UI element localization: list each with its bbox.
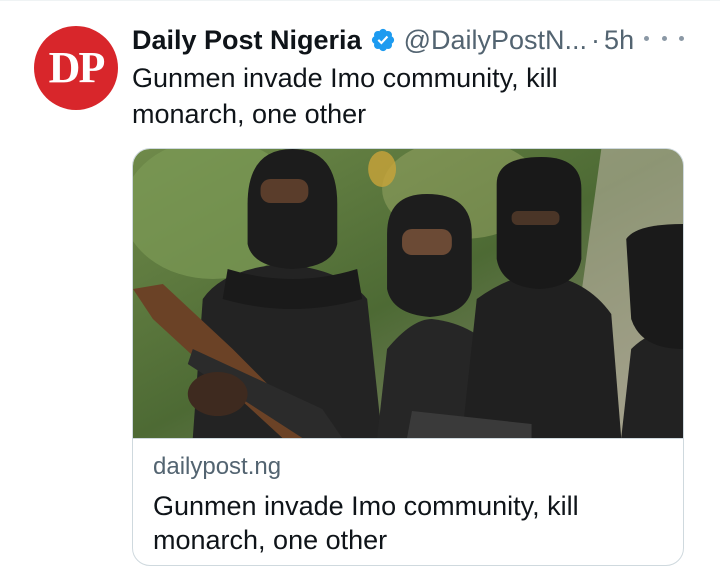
verified-badge-icon[interactable] bbox=[370, 27, 396, 53]
tweet-header: Daily Post Nigeria @DailyPostN... · 5h bbox=[132, 22, 684, 58]
tweet-text: Gunmen invade Imo community, kill monarc… bbox=[132, 63, 558, 129]
top-divider bbox=[0, 0, 720, 1]
user-handle[interactable]: @DailyPostN... bbox=[404, 25, 587, 56]
more-horizontal-icon[interactable] bbox=[644, 26, 684, 50]
avatar-logo-text: DP bbox=[48, 43, 106, 92]
masked-gunmen-photo bbox=[133, 149, 683, 438]
separator-dot: · bbox=[591, 24, 601, 55]
card-image bbox=[133, 149, 683, 439]
timestamp[interactable]: 5h bbox=[604, 25, 634, 56]
card-domain[interactable]: dailypost.ng bbox=[153, 453, 281, 481]
link-card[interactable]: dailypost.ng Gunmen invade Imo community… bbox=[132, 148, 684, 566]
card-title[interactable]: Gunmen invade Imo community, kill monarc… bbox=[153, 489, 663, 557]
display-name[interactable]: Daily Post Nigeria bbox=[132, 25, 362, 56]
avatar[interactable]: DP bbox=[34, 26, 118, 110]
